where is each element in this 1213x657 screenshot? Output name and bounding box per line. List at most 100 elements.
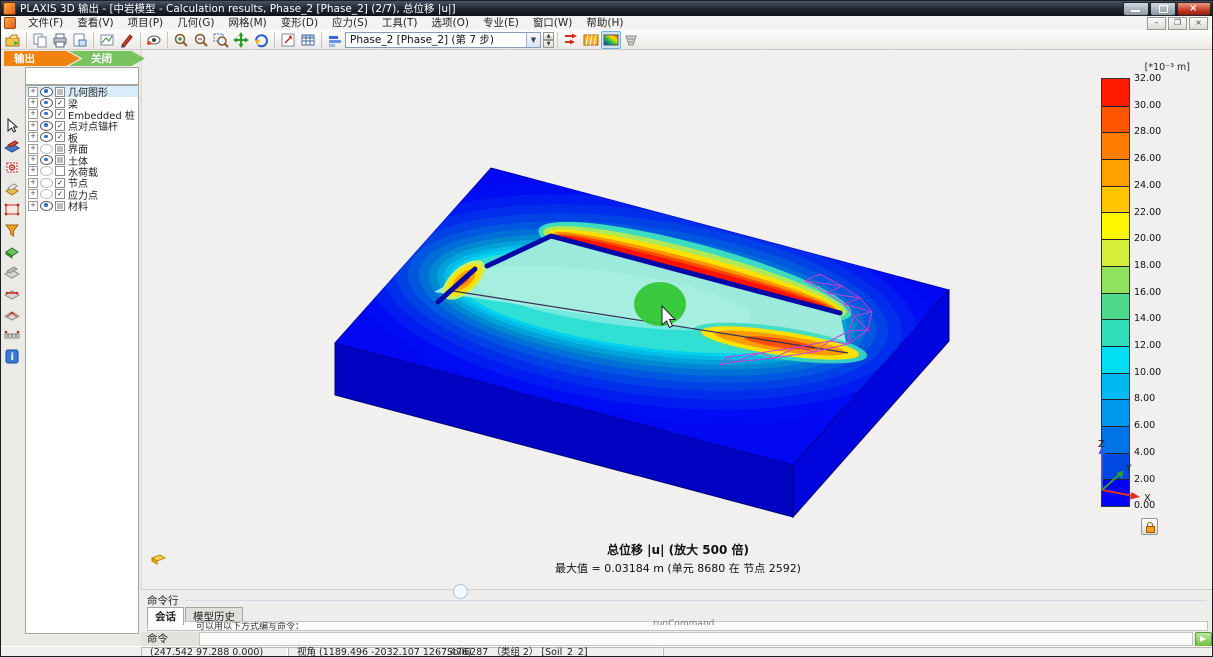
visibility-eye-icon[interactable] (40, 178, 53, 188)
tree-expander-icon[interactable]: + (28, 121, 38, 131)
tree-expander-icon[interactable]: + (28, 189, 38, 199)
visibility-eye-icon[interactable] (40, 98, 53, 108)
cross-section-icon[interactable] (3, 137, 21, 155)
pan-button[interactable] (231, 31, 251, 49)
tree-item-0[interactable]: +几何图形 (26, 86, 138, 97)
tree-checkbox[interactable] (55, 144, 65, 154)
phase-step-spinner[interactable]: ▲▼ (543, 32, 554, 48)
menu-item-0[interactable]: 文件(F) (21, 16, 70, 30)
visibility-eye-icon[interactable] (40, 132, 53, 142)
menu-item-3[interactable]: 几何(G) (170, 16, 221, 30)
panel-splitter-handle[interactable] (453, 584, 468, 599)
curves-chart-button[interactable] (97, 31, 117, 49)
visibility-eye-icon[interactable] (40, 189, 53, 199)
export-image-button[interactable] (70, 31, 90, 49)
tree-expander-icon[interactable]: + (28, 155, 38, 165)
hint-box-icon[interactable]: i (3, 347, 21, 365)
zoom-in-button[interactable] (171, 31, 191, 49)
menu-item-7[interactable]: 工具(T) (375, 16, 425, 30)
mdi-minimize-button[interactable]: – (1147, 17, 1166, 30)
zoom-out-button[interactable] (191, 31, 211, 49)
expand-panel-icon[interactable] (150, 553, 166, 565)
legend-band (1102, 239, 1129, 266)
tree-item-10[interactable]: +材料 (26, 200, 138, 211)
tab-session[interactable]: 会话 (147, 607, 184, 625)
zoom-rectangle-button[interactable] (211, 31, 231, 49)
tree-checkbox[interactable]: ✓ (55, 121, 65, 131)
slice-c-icon[interactable] (3, 305, 21, 323)
open-project-button[interactable] (3, 31, 23, 49)
visibility-eye-icon[interactable] (40, 87, 53, 97)
header-divider (185, 600, 1208, 601)
phases-button[interactable] (325, 31, 345, 49)
distance-measure-icon[interactable] (3, 326, 21, 344)
tree-expander-icon[interactable]: + (28, 178, 38, 188)
visibility-eye-icon[interactable] (40, 166, 53, 176)
tree-filter-box[interactable] (25, 67, 139, 85)
legend-band (1102, 399, 1129, 426)
table-button[interactable] (298, 31, 318, 49)
copy-button[interactable] (30, 31, 50, 49)
tab-close[interactable]: 关闭 (69, 51, 145, 66)
report-icon[interactable] (3, 179, 21, 197)
visibility-eye-icon[interactable] (40, 109, 53, 119)
tree-expander-icon[interactable]: + (28, 87, 38, 97)
tree-checkbox[interactable] (55, 87, 65, 97)
shading-display-button[interactable] (581, 31, 601, 49)
minimize-button[interactable] (1123, 2, 1149, 16)
tree-checkbox[interactable] (55, 201, 65, 211)
contour-shading-button[interactable] (601, 31, 621, 49)
menu-item-6[interactable]: 应力(S) (325, 16, 375, 30)
tree-checkbox[interactable]: ✓ (55, 109, 65, 119)
phase-selector-dropdown[interactable]: Phase_2 [Phase_2] (第 7 步) ▼ (345, 32, 541, 48)
menu-item-9[interactable]: 专业(E) (476, 16, 526, 30)
selection-box-icon[interactable] (3, 200, 21, 218)
print-button[interactable] (50, 31, 70, 49)
shrinked-soil-button[interactable] (621, 31, 641, 49)
menu-item-4[interactable]: 网格(M) (222, 16, 274, 30)
tree-expander-icon[interactable]: + (28, 166, 38, 176)
tab-output[interactable]: 输出 (4, 51, 80, 66)
tree-expander-icon[interactable]: + (28, 109, 38, 119)
tree-checkbox[interactable]: ✓ (55, 178, 65, 188)
rotate-button[interactable] (251, 31, 271, 49)
tree-expander-icon[interactable]: + (28, 144, 38, 154)
tree-checkbox[interactable] (55, 166, 65, 176)
tree-expander-icon[interactable]: + (28, 132, 38, 142)
arrows-display-button[interactable] (561, 31, 581, 49)
restore-button[interactable] (1150, 2, 1176, 16)
run-command-button[interactable] (1195, 632, 1212, 647)
visibility-eye-icon[interactable] (40, 121, 53, 131)
menu-item-5[interactable]: 变形(D) (274, 16, 325, 30)
menu-item-11[interactable]: 帮助(H) (579, 16, 630, 30)
menu-item-10[interactable]: 窗口(W) (526, 16, 580, 30)
command-input[interactable] (199, 632, 1193, 646)
tree-checkbox[interactable] (55, 155, 65, 165)
menu-item-1[interactable]: 查看(V) (70, 16, 120, 30)
mdi-restore-button[interactable]: ❐ (1168, 17, 1187, 30)
gradient-pen-button[interactable] (117, 31, 137, 49)
tree-checkbox[interactable]: ✓ (55, 189, 65, 199)
reset-view-button[interactable] (278, 31, 298, 49)
menu-item-2[interactable]: 项目(P) (121, 16, 171, 30)
tree-checkbox[interactable]: ✓ (55, 132, 65, 142)
select-arrow-icon[interactable] (3, 116, 21, 134)
tree-checkbox[interactable]: ✓ (55, 98, 65, 108)
volume-box-icon[interactable] (3, 242, 21, 260)
filter-icon[interactable] (3, 221, 21, 239)
visibility-eye-icon[interactable] (40, 201, 53, 211)
legend-lock-button[interactable] (1141, 518, 1158, 535)
close-button[interactable]: × (1177, 2, 1211, 16)
node-select-icon[interactable] (3, 158, 21, 176)
visibility-eye-icon[interactable] (40, 144, 53, 154)
slice-b-icon[interactable] (3, 284, 21, 302)
tree-expander-icon[interactable]: + (28, 98, 38, 108)
slice-a-icon[interactable] (3, 263, 21, 281)
menu-item-8[interactable]: 选项(O) (425, 16, 476, 30)
model-viewport[interactable]: [*10⁻³ m] 32.0030.0028.0026.0024.0022.00… (141, 50, 1213, 589)
model-canvas[interactable] (142, 50, 1213, 589)
visibility-eye-icon[interactable] (40, 155, 53, 165)
mdi-close-button[interactable]: × (1189, 17, 1208, 30)
hide-items-button[interactable] (144, 31, 164, 49)
tree-expander-icon[interactable]: + (28, 201, 38, 211)
